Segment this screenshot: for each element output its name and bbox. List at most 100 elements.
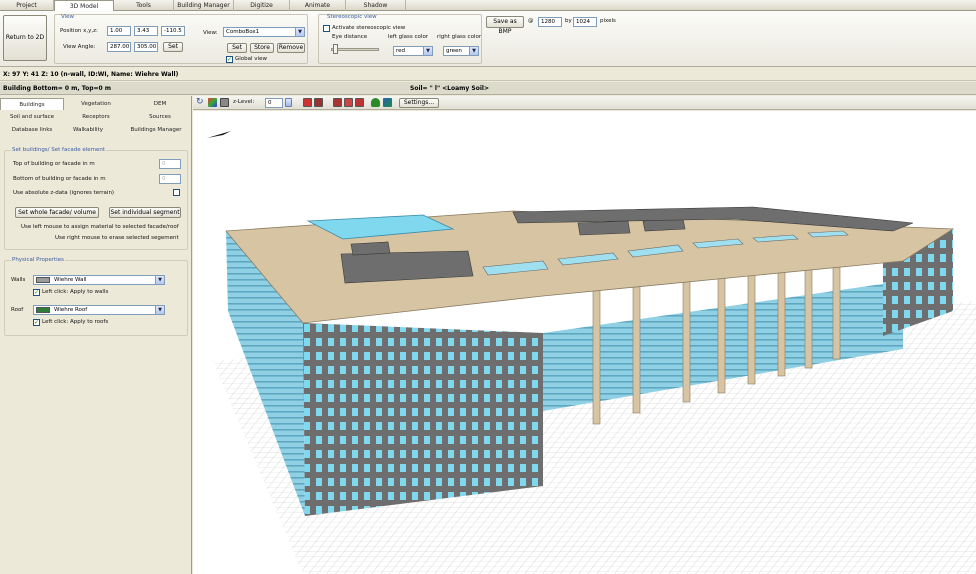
3d-building-render (207, 131, 976, 574)
walls-material-combo[interactable]: Wiehre Wall ▼ (33, 275, 165, 285)
view-angle-b-input[interactable]: 305.00 (134, 42, 158, 52)
apply-roofs-checkbox[interactable]: ✓ (33, 319, 40, 326)
pixels-label: pixels (600, 18, 616, 24)
eye-distance-slider-handle[interactable] (333, 44, 338, 54)
chevron-down-icon[interactable]: ▼ (155, 276, 164, 284)
save-as-bmp-button[interactable]: Save as BMP (486, 16, 524, 35)
tab-shadow[interactable]: Shadow (346, 0, 406, 11)
left-glass-label: left glass color (388, 34, 429, 40)
tab-project[interactable]: Project (0, 0, 54, 11)
info-bar: Building Bottom= 0 m, Top=0 m Soil= " l"… (0, 82, 976, 95)
tab-soil-and-surface[interactable]: Soil and surface (0, 111, 64, 123)
color-swatch-icon[interactable] (344, 98, 353, 107)
tab-buildings[interactable]: Buildings (0, 98, 64, 110)
tab-database-links[interactable]: Database links (0, 124, 64, 136)
left-glass-combo[interactable]: red ▼ (393, 46, 433, 56)
tab-digitize[interactable]: Digitize (234, 0, 290, 11)
position-z-input[interactable]: -110.5 (161, 26, 185, 36)
soil-text: Soil= " l" <Loamy Soil> (410, 85, 490, 92)
left-glass-value: red (396, 48, 406, 54)
layer-icon[interactable] (383, 98, 392, 107)
top-building-label: Top of building or facade in m (13, 161, 95, 167)
apply-roofs-label: Left click: Apply to roofs (42, 319, 109, 325)
view-label: View: (203, 30, 218, 36)
position-x-input[interactable]: 1.00 (107, 26, 131, 36)
tab-receptors[interactable]: Receptors (64, 111, 128, 123)
front-facade (303, 323, 543, 516)
stereoscopic-group-title: Stereoscopic view (327, 14, 377, 20)
stereoscopic-group: Stereoscopic view Activate stereoscopic … (318, 14, 482, 64)
roof-label: Roof (11, 307, 24, 313)
chevron-down-icon[interactable]: ▼ (155, 306, 164, 314)
right-glass-label: right glass color (437, 34, 482, 40)
set-angle-button[interactable]: Set (163, 42, 183, 52)
activate-stereo-label: Activate stereoscopic view (332, 25, 406, 31)
tree-icon[interactable] (371, 98, 380, 107)
left-panel: Buildings Vegetation DEM Soil and surfac… (0, 96, 192, 574)
walls-color-swatch-icon (36, 277, 50, 283)
store-view-button[interactable]: Store (250, 43, 274, 53)
view-combo[interactable]: ComboBox1 ▼ (223, 27, 305, 37)
color-swatch-icon[interactable] (314, 98, 323, 107)
at-symbol: @ (528, 18, 534, 24)
left-mouse-hint: Use left mouse to assign material to sel… (21, 224, 179, 230)
refresh-icon[interactable]: ↻ (196, 98, 205, 107)
color-swatch-icon[interactable] (333, 98, 342, 107)
right-glass-combo[interactable]: green ▼ (443, 46, 479, 56)
roof-color-swatch-icon (36, 307, 50, 313)
grid-icon[interactable] (220, 98, 229, 107)
tab-sources[interactable]: Sources (128, 111, 192, 123)
tab-vegetation[interactable]: Vegetation (64, 98, 128, 110)
z-level-label: z-Level: (233, 99, 255, 105)
view-combo-value: ComboBox1 (226, 29, 260, 35)
position-y-input[interactable]: 3.43 (134, 26, 158, 36)
roof-material-combo[interactable]: Wiehre Roof ▼ (33, 305, 165, 315)
apply-walls-checkbox[interactable]: ✓ (33, 289, 40, 296)
absolute-z-checkbox[interactable] (173, 189, 180, 196)
chevron-down-icon[interactable]: ▼ (469, 47, 478, 55)
global-view-checkbox[interactable]: ✓ (226, 56, 233, 63)
3d-viewport[interactable] (193, 111, 976, 574)
export-width-input[interactable]: 1280 (538, 17, 562, 27)
palette-icon[interactable] (208, 98, 217, 107)
tab-walkability[interactable]: Walkability (56, 124, 120, 136)
export-height-input[interactable]: 1024 (573, 17, 597, 27)
facade-section-title: Set buildings/ Set facade element (11, 147, 107, 153)
ribbon-panel: Return to 2D View Position x,y,z: 1.00 3… (0, 11, 976, 67)
eye-distance-slider[interactable] (331, 48, 379, 51)
bottom-building-input[interactable]: 0 (159, 174, 181, 184)
tab-building-manager[interactable]: Building Manager (174, 0, 234, 11)
global-view-label: Global view (235, 56, 267, 62)
color-swatch-icon[interactable] (303, 98, 312, 107)
absolute-z-label: Use absolute z-data (ignores terrain) (13, 190, 115, 196)
by-label: by (565, 18, 572, 24)
tab-animate[interactable]: Animate (290, 0, 346, 11)
chevron-down-icon[interactable]: ▼ (295, 28, 304, 36)
building-height-text: Building Bottom= 0 m, Top=0 m (3, 85, 112, 92)
tab-dem[interactable]: DEM (128, 98, 192, 110)
set-individual-segment-button[interactable]: Set individual segment (109, 207, 181, 218)
activate-stereo-checkbox[interactable] (323, 25, 330, 32)
chevron-down-icon[interactable]: ▼ (423, 47, 432, 55)
right-glass-value: green (446, 48, 462, 54)
walls-label: Walls (11, 277, 26, 283)
eye-distance-label: Eye distance (332, 34, 368, 40)
remove-view-button[interactable]: Remove (277, 43, 305, 53)
set-view-button[interactable]: Set (227, 43, 247, 53)
facade-section: Set buildings/ Set facade element Top of… (4, 147, 188, 250)
view-angle-a-input[interactable]: 287.00 (107, 42, 131, 52)
tab-tools[interactable]: Tools (114, 0, 174, 11)
return-to-2d-button[interactable]: Return to 2D (3, 15, 47, 61)
spin-icon[interactable] (285, 98, 292, 107)
top-building-input[interactable]: 0 (159, 159, 181, 169)
set-whole-facade-button[interactable]: Set whole facade/ volume (15, 207, 99, 218)
settings-button[interactable]: Settings... (399, 98, 439, 108)
right-mouse-hint: Use right mouse to erase selected segeme… (55, 235, 179, 241)
physical-properties-title: Physical Properties (11, 257, 65, 263)
color-swatch-icon[interactable] (355, 98, 364, 107)
z-level-input[interactable]: 0 (265, 98, 283, 108)
position-label: Position x,y,z: (60, 28, 98, 34)
tab-buildings-manager[interactable]: Buildings Manager (120, 124, 192, 136)
bottom-building-label: Bottom of building or facade in m (13, 176, 106, 182)
apply-walls-label: Left click: Apply to walls (42, 289, 109, 295)
